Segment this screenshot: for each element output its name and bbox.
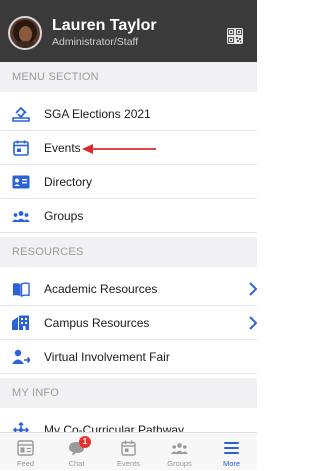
menu-item-groups[interactable]: Groups [0,199,257,233]
menu-item-academic-resources[interactable]: Academic Resources [0,272,257,306]
tab-bar: Feed 1 Chat Events Groups More [0,432,257,470]
people-icon [171,443,188,454]
menu-item-label: Campus Resources [44,316,150,330]
tab-label: Chat [68,459,85,468]
menu-item-label: Directory [44,175,93,189]
contact-card-icon [12,175,30,189]
menu-item-label: SGA Elections 2021 [44,107,151,121]
tab-chat[interactable]: 1 Chat [51,433,102,471]
tab-label: More [222,459,241,468]
menu-item-label: Virtual Involvement Fair [44,350,170,364]
profile-header[interactable]: Lauren Taylor Administrator/Staff [0,0,257,62]
menu-item-label: Academic Resources [44,282,158,296]
ballot-icon [12,106,30,122]
menu-item-label: Events [44,141,81,155]
chevron-right-icon [249,316,257,330]
menu-item-sga-elections[interactable]: SGA Elections 2021 [0,97,257,131]
annotation-arrow [82,144,156,154]
user-name: Lauren Taylor [52,17,157,34]
tab-label: Groups [167,459,192,468]
tab-more[interactable]: More [206,433,257,471]
user-role: Administrator/Staff [52,36,139,48]
feed-icon [17,440,34,456]
section-header-resources: RESOURCES [0,237,257,267]
menu-item-directory[interactable]: Directory [0,165,257,199]
menu-item-label: Groups [44,209,84,223]
book-icon [13,282,30,297]
qr-code-icon[interactable] [227,28,243,44]
menu-icon [224,442,239,454]
calendar-icon [13,140,29,156]
chevron-right-icon [249,282,257,296]
tab-label: Feed [16,459,35,468]
people-icon [12,211,30,222]
section-header-my-info: MY INFO [0,378,257,408]
tab-groups[interactable]: Groups [154,433,205,471]
tab-label: Events [117,459,140,468]
avatar[interactable] [8,16,42,50]
section-header-menu: MENU SECTION [0,62,257,92]
building-icon [12,315,29,330]
menu-item-campus-resources[interactable]: Campus Resources [0,306,257,340]
tab-feed[interactable]: Feed [0,433,51,471]
unread-badge: 1 [79,436,91,448]
person-plus-icon [12,349,30,364]
tab-events[interactable]: Events [103,433,154,471]
calendar-icon [121,440,136,456]
menu-item-virtual-involvement-fair[interactable]: Virtual Involvement Fair [0,340,257,374]
